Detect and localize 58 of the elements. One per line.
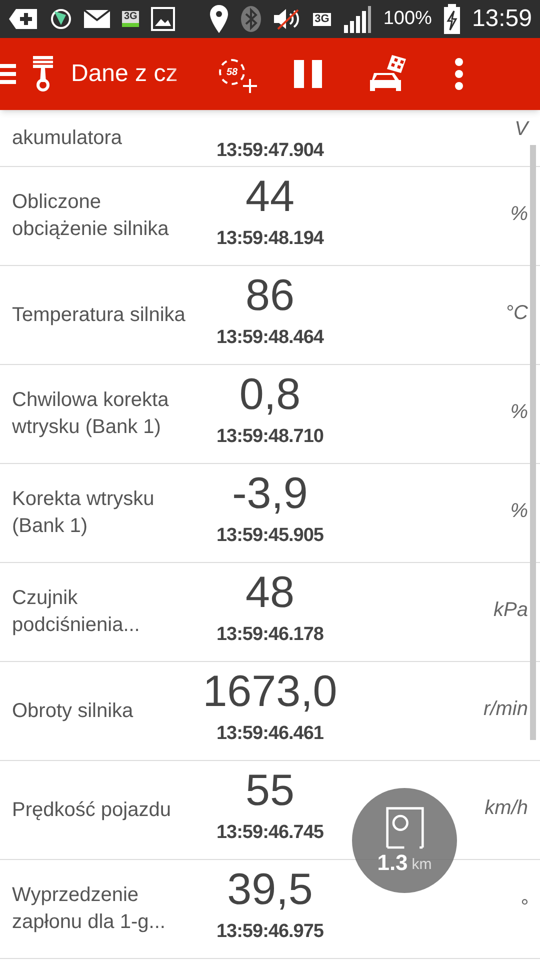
parameter-label: Obliczone obciążenie silnika xyxy=(12,190,170,242)
parameter-value: 44 xyxy=(246,171,294,223)
timestamp: 13:59:48.710 xyxy=(216,425,324,449)
parameter-value: 0,8 xyxy=(239,369,301,421)
unit-label: % xyxy=(510,202,528,225)
leaf-icon xyxy=(50,8,72,30)
car-with-flag-icon[interactable] xyxy=(368,55,408,93)
add-notification-icon xyxy=(8,8,38,30)
unit-label: % xyxy=(510,499,528,522)
timestamp: 13:59:46.975 xyxy=(216,920,324,944)
signal-icon xyxy=(343,5,372,33)
unit-label: % xyxy=(510,400,528,423)
mail-icon xyxy=(84,10,110,28)
timestamp: 13:59:48.194 xyxy=(216,227,324,251)
muted-speaker-icon xyxy=(272,8,301,30)
network-badge: 3G xyxy=(122,11,140,27)
map-frame-icon xyxy=(384,806,424,849)
bluetooth-icon xyxy=(240,6,261,32)
timestamp: 13:59:46.461 xyxy=(216,722,324,746)
timestamp: 13:59:46.178 xyxy=(216,623,324,647)
unit-label: V xyxy=(514,117,528,140)
location-pin-icon xyxy=(208,5,229,33)
battery-percent: 100% xyxy=(383,6,432,31)
parameter-label: Korekta wtrysku (Bank 1) xyxy=(12,487,156,539)
parameter-value: 39,5 xyxy=(227,864,313,916)
data-badge: 3G xyxy=(312,12,332,26)
piston-icon xyxy=(33,56,53,92)
parameter-label: Chwilowa korekta wtrysku (Bank 1) xyxy=(12,388,170,440)
timestamp: 13:59:45.905 xyxy=(216,524,324,548)
unit-label: km/h xyxy=(484,796,528,819)
parameter-value: 48 xyxy=(246,567,294,619)
trip-distance: 1.3 xyxy=(377,851,408,875)
pause-icon[interactable] xyxy=(294,60,322,88)
parameter-value: 55 xyxy=(246,765,294,817)
timestamp: 13:59:46.745 xyxy=(216,821,324,845)
image-icon xyxy=(151,7,176,31)
timestamp: 13:59:48.464 xyxy=(216,326,324,350)
parameter-label: Obroty silnika xyxy=(12,698,134,724)
unit-label: °C xyxy=(506,301,528,324)
parameter-label: Wyprzedzenie zapłonu dla 1-g... xyxy=(12,883,166,935)
clock: 13:59 xyxy=(472,4,532,34)
add-gauge-button[interactable]: 58 xyxy=(216,55,258,93)
parameter-value: 1673,0 xyxy=(202,666,338,718)
screen-title: Dane z cz xyxy=(71,59,179,89)
parameter-value: 86 xyxy=(246,270,294,322)
parameter-label: akumulatora xyxy=(12,126,122,151)
timestamp: 13:59:47.904 xyxy=(216,139,324,163)
trip-bubble[interactable]: 1.3 km xyxy=(352,788,457,893)
unit-label: kPa xyxy=(494,598,528,621)
charging-battery-icon xyxy=(444,4,460,34)
parameter-label: Temperatura silnika xyxy=(12,302,186,328)
distance-unit: km xyxy=(412,855,432,875)
parameter-label: Prędkość pojazdu xyxy=(12,798,171,822)
overflow-menu-icon[interactable] xyxy=(454,58,464,90)
parameter-value: -3,9 xyxy=(232,468,308,520)
unit-label: ° xyxy=(520,895,528,918)
unit-label: r/min xyxy=(484,697,528,720)
parameter-label: Czujnik podciśnienia... xyxy=(12,586,141,638)
